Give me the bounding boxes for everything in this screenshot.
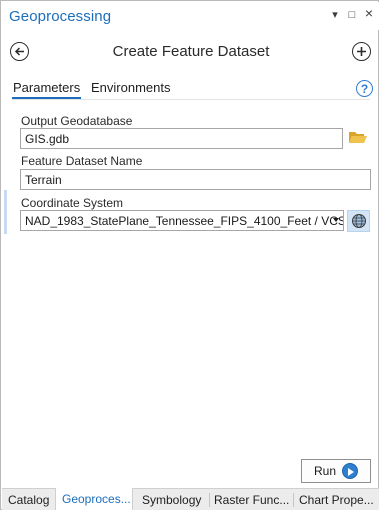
play-icon bbox=[342, 463, 358, 479]
feature-dataset-name-field[interactable]: Terrain bbox=[20, 169, 371, 190]
coordinate-system-label: Coordinate System bbox=[21, 196, 124, 210]
coordinate-system-globe-button[interactable] bbox=[347, 210, 370, 232]
pane-menu-dropdown-icon[interactable]: ▾ bbox=[328, 9, 342, 23]
pane-title-bar: Geoprocessing ▾ □ × bbox=[2, 2, 379, 30]
add-icon[interactable] bbox=[352, 42, 371, 61]
tab-separator bbox=[209, 493, 210, 507]
bottom-tab-symbology[interactable]: Symbology bbox=[142, 489, 206, 510]
help-icon[interactable]: ? bbox=[356, 80, 373, 97]
tab-separator bbox=[293, 493, 294, 507]
tool-title: Create Feature Dataset bbox=[112, 43, 270, 60]
tab-parameters[interactable]: Parameters bbox=[13, 80, 80, 95]
coordinate-system-value: NAD_1983_StatePlane_Tennessee_FIPS_4100_… bbox=[25, 214, 343, 228]
browse-folder-icon[interactable] bbox=[348, 129, 368, 146]
bottom-tab-geoprocessing[interactable]: Geoproces... bbox=[55, 488, 133, 510]
tab-environments[interactable]: Environments bbox=[91, 80, 170, 95]
run-label: Run bbox=[313, 464, 336, 478]
pane-title: Geoprocessing bbox=[9, 8, 112, 25]
close-icon[interactable]: × bbox=[362, 6, 376, 21]
bottom-tab-raster-functions[interactable]: Raster Func... bbox=[214, 489, 290, 510]
feature-dataset-name-label: Feature Dataset Name bbox=[21, 154, 143, 168]
bottom-tab-catalog[interactable]: Catalog bbox=[8, 489, 54, 510]
auto-hide-icon[interactable]: □ bbox=[345, 9, 359, 23]
back-arrow-icon[interactable] bbox=[10, 42, 29, 61]
bottom-tab-chart-properties[interactable]: Chart Prope... bbox=[299, 489, 377, 510]
globe-icon bbox=[351, 214, 366, 228]
bottom-tab-bar: Catalog Geoproces... Symbology Raster Fu… bbox=[2, 488, 379, 510]
coordinate-system-dropdown[interactable]: NAD_1983_StatePlane_Tennessee_FIPS_4100_… bbox=[20, 210, 344, 231]
run-button[interactable]: Run bbox=[301, 459, 371, 483]
active-parameter-indicator bbox=[4, 190, 7, 234]
output-geodatabase-field[interactable]: GIS.gdb bbox=[20, 128, 343, 149]
chevron-down-icon[interactable] bbox=[333, 218, 339, 222]
active-tab-indicator bbox=[12, 97, 81, 99]
geoprocessing-pane: Geoprocessing ▾ □ × Create Feature Datas… bbox=[0, 0, 379, 510]
tab-divider bbox=[12, 99, 370, 100]
output-geodatabase-label: Output Geodatabase bbox=[21, 114, 133, 128]
